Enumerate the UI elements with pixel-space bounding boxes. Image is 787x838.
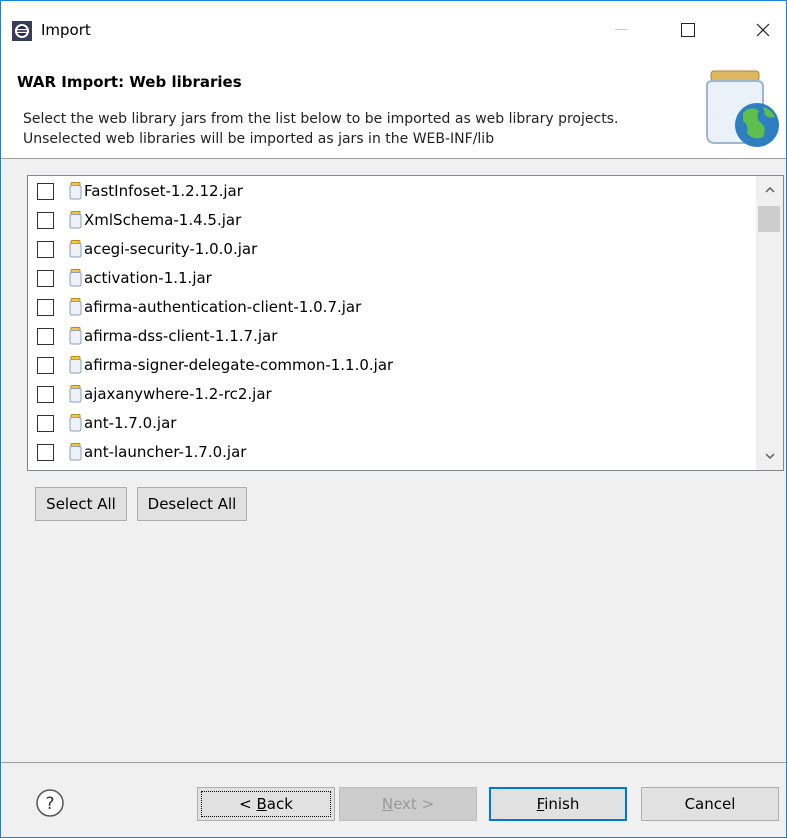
- back-mnemonic: B: [256, 795, 267, 813]
- jar-icon: [69, 298, 82, 316]
- minimize-button[interactable]: [598, 13, 644, 47]
- library-checkbox[interactable]: [37, 415, 54, 432]
- minimize-icon: [615, 29, 627, 30]
- close-button[interactable]: [740, 13, 786, 47]
- jar-icon: [69, 443, 82, 461]
- web-libraries-list[interactable]: FastInfoset-1.2.12.jar XmlSchema-1.4.5.j…: [27, 175, 784, 471]
- library-checkbox[interactable]: [37, 444, 54, 461]
- jar-icon: [69, 385, 82, 403]
- library-name: afirma-authentication-client-1.0.7.jar: [84, 298, 362, 316]
- next-button[interactable]: Next >: [339, 787, 477, 821]
- library-checkbox[interactable]: [37, 183, 54, 200]
- finish-button[interactable]: Finish: [489, 787, 627, 821]
- finish-label: Finish: [537, 795, 580, 813]
- svg-text:?: ?: [45, 794, 54, 814]
- next-label: Next >: [382, 795, 434, 813]
- finish-label-rest: inish: [544, 795, 580, 813]
- library-name: ant-1.7.0.jar: [84, 414, 177, 432]
- web-library-banner-icon: [706, 70, 779, 147]
- jar-icon: [69, 269, 82, 287]
- import-dialog: Import WAR Import: Web libraries Select …: [0, 0, 787, 838]
- vertical-scrollbar[interactable]: [756, 176, 783, 470]
- scroll-up-button[interactable]: [756, 178, 783, 202]
- library-name: activation-1.1.jar: [84, 269, 212, 287]
- title-bar: Import: [1, 1, 786, 63]
- library-checkbox[interactable]: [37, 241, 54, 258]
- scroll-thumb[interactable]: [758, 206, 780, 232]
- select-all-button[interactable]: Select All: [35, 487, 127, 521]
- back-label: < Back: [239, 795, 293, 813]
- library-checkbox[interactable]: [37, 386, 54, 403]
- page-title: WAR Import: Web libraries: [17, 73, 242, 91]
- library-name: acegi-security-1.0.0.jar: [84, 240, 258, 258]
- library-checkbox[interactable]: [37, 212, 54, 229]
- library-checkbox[interactable]: [37, 299, 54, 316]
- window-title: Import: [41, 21, 91, 39]
- scroll-down-button[interactable]: [756, 444, 783, 468]
- back-button[interactable]: < Back: [197, 787, 335, 821]
- wizard-header: WAR Import: Web libraries Select the web…: [1, 63, 786, 159]
- page-description: Select the web library jars from the lis…: [23, 111, 619, 147]
- help-icon[interactable]: ?: [35, 788, 65, 818]
- library-name: XmlSchema-1.4.5.jar: [84, 211, 242, 229]
- footer-separator: [1, 762, 786, 763]
- library-name: afirma-signer-delegate-common-1.1.0.jar: [84, 356, 394, 374]
- chevron-up-icon: [764, 187, 775, 193]
- library-checkbox[interactable]: [37, 357, 54, 374]
- library-name: afirma-dss-client-1.1.7.jar: [84, 327, 278, 345]
- chevron-down-icon: [764, 453, 775, 459]
- jar-icon: [69, 356, 82, 374]
- jar-icon: [69, 414, 82, 432]
- next-label-rest: ext >: [393, 795, 435, 813]
- cancel-button[interactable]: Cancel: [641, 787, 779, 821]
- maximize-icon: [681, 23, 695, 37]
- jar-icon: [69, 327, 82, 345]
- jar-icon: [69, 240, 82, 258]
- back-label-rest: ack: [266, 795, 293, 813]
- library-name: ant-launcher-1.7.0.jar: [84, 443, 247, 461]
- deselect-all-button[interactable]: Deselect All: [137, 487, 247, 521]
- eclipse-icon: [12, 21, 32, 41]
- close-icon: [756, 23, 770, 37]
- back-prefix: <: [239, 795, 257, 813]
- maximize-button[interactable]: [665, 13, 711, 47]
- library-name: FastInfoset-1.2.12.jar: [84, 182, 243, 200]
- jar-icon: [69, 182, 82, 200]
- jar-icon: [69, 211, 82, 229]
- library-name: ajaxanywhere-1.2-rc2.jar: [84, 385, 272, 403]
- next-mnemonic: N: [381, 795, 394, 813]
- library-items: FastInfoset-1.2.12.jar XmlSchema-1.4.5.j…: [28, 176, 756, 470]
- library-checkbox[interactable]: [37, 270, 54, 287]
- library-checkbox[interactable]: [37, 328, 54, 345]
